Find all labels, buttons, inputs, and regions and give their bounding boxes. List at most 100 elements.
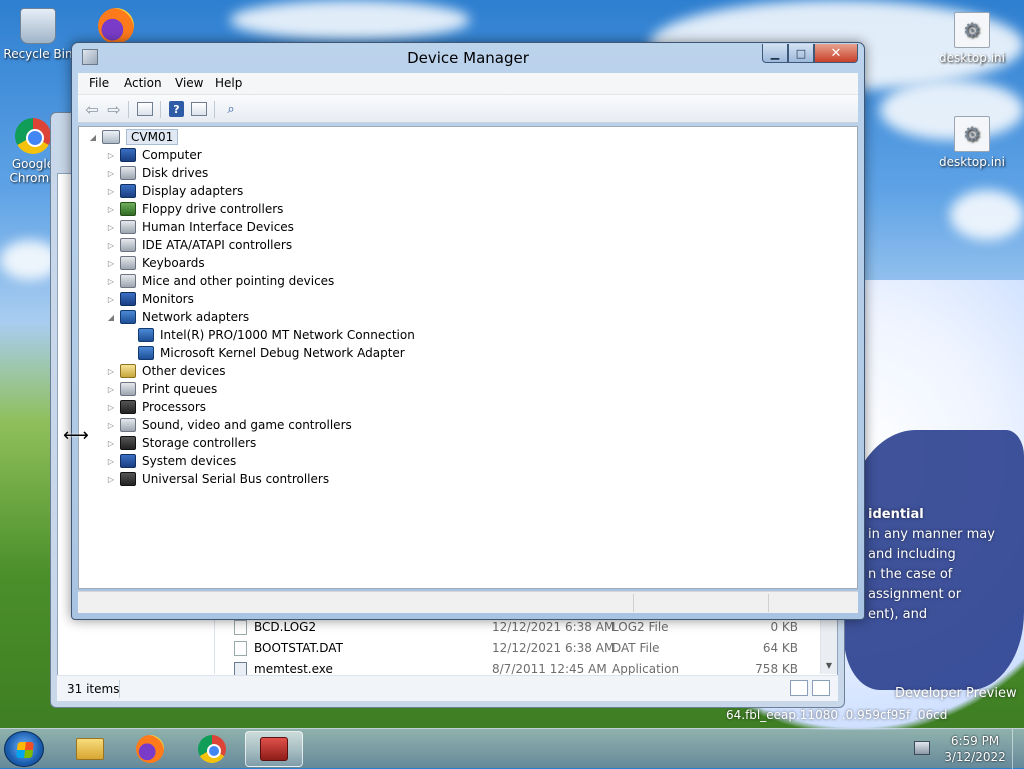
expand-arrow-icon[interactable]: ▷ xyxy=(105,241,117,250)
expand-arrow-icon[interactable]: ▷ xyxy=(105,439,117,448)
expand-arrow-icon[interactable]: ▷ xyxy=(105,385,117,394)
overlay-line: n the case of xyxy=(868,567,953,582)
file-date: 12/12/2021 6:38 AM xyxy=(492,641,615,655)
expand-arrow-icon[interactable]: ▷ xyxy=(105,259,117,268)
tree-category-label: Human Interface Devices xyxy=(142,220,294,234)
menu-file[interactable]: File xyxy=(89,76,109,90)
file-type: LOG2 File xyxy=(612,620,669,634)
expand-arrow-icon[interactable]: ▷ xyxy=(105,421,117,430)
tree-category[interactable]: ▷ System devices xyxy=(105,452,236,470)
tree-category[interactable]: ▷ Keyboards xyxy=(105,254,205,272)
tree-category[interactable]: ▷ Monitors xyxy=(105,290,194,308)
tree-category[interactable]: ▷ Sound, video and game controllers xyxy=(105,416,352,434)
chrome-icon xyxy=(15,118,51,154)
overlay-line: ent), and xyxy=(868,607,928,622)
mouse-icon xyxy=(120,274,136,288)
tree-category[interactable]: ▷ Mice and other pointing devices xyxy=(105,272,334,290)
taskbar-firefox[interactable] xyxy=(121,731,179,767)
scan-hardware-icon[interactable]: ⌕ xyxy=(221,100,241,118)
window-title: Device Manager xyxy=(407,49,529,67)
expand-arrow-icon[interactable]: ▷ xyxy=(105,457,117,466)
tree-device-label: Intel(R) PRO/1000 MT Network Connection xyxy=(160,328,415,342)
tree-category[interactable]: ▷ Human Interface Devices xyxy=(105,218,294,236)
tree-category[interactable]: ▷ IDE ATA/ATAPI controllers xyxy=(105,236,292,254)
back-arrow-icon[interactable]: ⇦ xyxy=(82,100,102,119)
computer-icon xyxy=(102,130,120,144)
tree-category[interactable]: ▷ Display adapters xyxy=(105,182,243,200)
forward-arrow-icon[interactable]: ⇨ xyxy=(104,100,124,119)
tree-category[interactable]: ▷ Universal Serial Bus controllers xyxy=(105,470,329,488)
tree-category-label: Monitors xyxy=(142,292,194,306)
expand-arrow-icon[interactable]: ▷ xyxy=(105,223,117,232)
close-button[interactable]: ✕ xyxy=(814,44,858,63)
taskbar-device-manager[interactable] xyxy=(245,731,303,767)
expand-arrow-icon[interactable]: ▷ xyxy=(105,169,117,178)
toolbar-separator xyxy=(128,101,129,118)
desktop-icon-recycle-bin[interactable]: Recycle Bin xyxy=(2,8,74,61)
start-button[interactable] xyxy=(4,731,44,767)
scroll-down-arrow-icon[interactable]: ▼ xyxy=(821,657,837,674)
expand-arrow-icon[interactable]: ▷ xyxy=(105,403,117,412)
tree-category-label: Storage controllers xyxy=(142,436,257,450)
file-row[interactable]: BOOTSTAT.DAT 12/12/2021 6:38 AM DAT File… xyxy=(226,638,816,659)
tree-category-label: Other devices xyxy=(142,364,226,378)
network-adapter-icon xyxy=(138,328,154,342)
explorer-status-bar: 31 items xyxy=(57,675,838,701)
help-icon[interactable]: ? xyxy=(169,101,184,117)
tree-category[interactable]: ▷ Other devices xyxy=(105,362,226,380)
details-view-icon[interactable] xyxy=(790,680,808,696)
device-manager-window[interactable]: Device Manager ▁ □ ✕ File Action View He… xyxy=(71,42,865,620)
file-row[interactable]: BCD.LOG2 12/12/2021 6:38 AM LOG2 File 0 … xyxy=(226,617,816,638)
expand-arrow-icon[interactable]: ▷ xyxy=(105,367,117,376)
tree-category[interactable]: ▷ Print queues xyxy=(105,380,217,398)
tree-category[interactable]: ▷ Disk drives xyxy=(105,164,208,182)
expand-arrow-icon[interactable]: ▷ xyxy=(105,295,117,304)
desktop-icon-label: desktop.ini xyxy=(939,155,1005,169)
hid-icon xyxy=(120,220,136,234)
tree-category[interactable]: ▷ Floppy drive controllers xyxy=(105,200,283,218)
toolbar-separator xyxy=(214,101,215,118)
desktop-icon-ini-2[interactable]: desktop.ini xyxy=(936,116,1008,169)
keyboard-icon xyxy=(120,256,136,270)
collapse-arrow-icon[interactable]: ◢ xyxy=(87,133,99,142)
wallpaper-text: idential in any manner may and including… xyxy=(868,505,1024,625)
display-adapter-icon xyxy=(120,184,136,198)
expand-arrow-icon[interactable]: ▷ xyxy=(105,277,117,286)
network-tray-icon[interactable] xyxy=(914,741,930,755)
minimize-button[interactable]: ▁ xyxy=(762,44,788,63)
firefox-icon xyxy=(98,8,134,44)
firefox-icon xyxy=(136,735,164,763)
monitor-icon xyxy=(120,292,136,306)
tree-device[interactable]: Microsoft Kernel Debug Network Adapter xyxy=(135,344,405,362)
tree-category[interactable]: ▷ Storage controllers xyxy=(105,434,256,452)
file-size: 758 KB xyxy=(755,662,798,676)
expand-arrow-icon[interactable]: ▷ xyxy=(105,475,117,484)
expand-arrow-icon[interactable]: ▷ xyxy=(105,151,117,160)
menu-help[interactable]: Help xyxy=(215,76,242,90)
expand-arrow-icon[interactable]: ▷ xyxy=(105,187,117,196)
menu-view[interactable]: View xyxy=(175,76,203,90)
build-string: 64.fbl_eeap.11080 .0.959cf95f .06cd xyxy=(726,708,948,722)
taskbar-chrome[interactable] xyxy=(183,731,241,767)
action-pane-icon[interactable] xyxy=(191,102,207,116)
properties-grid-icon[interactable] xyxy=(137,102,153,116)
file-icon xyxy=(234,620,247,635)
show-desktop-button[interactable] xyxy=(1012,729,1024,769)
large-icons-view-icon[interactable] xyxy=(812,680,830,696)
tree-device[interactable]: Intel(R) PRO/1000 MT Network Connection xyxy=(135,326,415,344)
collapse-arrow-icon[interactable]: ◢ xyxy=(105,313,117,322)
taskbar-clock[interactable]: 6:59 PM 3/12/2022 xyxy=(940,733,1010,765)
tree-category[interactable]: ▷ Computer xyxy=(105,146,202,164)
tree-category[interactable]: ▷ Processors xyxy=(105,398,206,416)
expand-arrow-icon[interactable]: ▷ xyxy=(105,205,117,214)
device-tree[interactable]: ◢ CVM01 ▷ Computer ▷ Disk drives ▷ Display ad… xyxy=(78,126,858,589)
disk-drive-icon xyxy=(120,166,136,180)
tree-category[interactable]: ◢ Network adapters xyxy=(105,308,249,326)
printer-icon xyxy=(120,382,136,396)
tree-root[interactable]: ◢ CVM01 xyxy=(87,128,179,146)
desktop-icon-ini-1[interactable]: desktop.ini xyxy=(936,12,1008,65)
taskbar-explorer[interactable] xyxy=(61,731,119,767)
maximize-button[interactable]: □ xyxy=(788,44,814,63)
menu-action[interactable]: Action xyxy=(124,76,162,90)
recycle-bin-icon xyxy=(20,8,56,44)
